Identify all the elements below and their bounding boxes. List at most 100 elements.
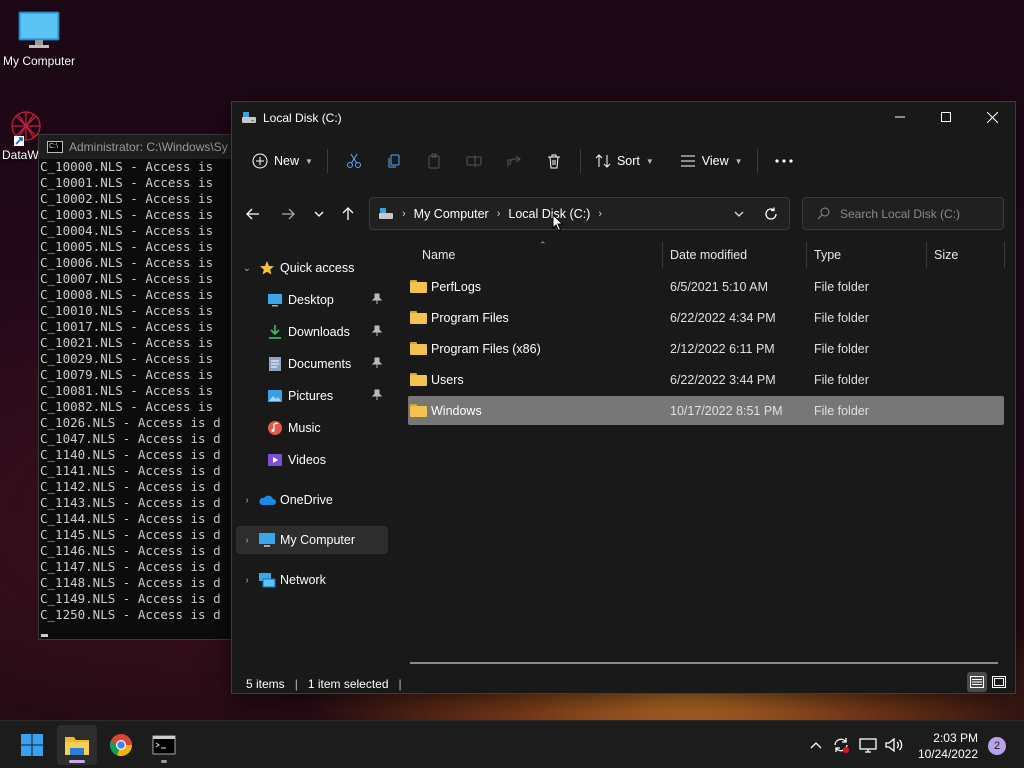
tray-sync-status[interactable] [830,721,852,768]
file-row[interactable]: Windows 10/17/2022 8:51 PM File folder [408,396,1004,425]
file-row[interactable]: PerfLogs 6/5/2021 5:10 AM File folder [408,272,1004,301]
rename-button[interactable] [454,145,494,177]
sync-alert-icon [834,738,849,753]
file-name: Program Files (x86) [431,341,541,356]
large-icons-view-button[interactable] [989,672,1009,692]
sort-button[interactable]: Sort ▼ [587,145,662,177]
notification-badge[interactable]: 2 [988,737,1006,755]
chevron-down-icon[interactable]: ⌄ [236,263,258,274]
cmd-line: C_1148.NLS - Access is d [40,575,221,590]
column-header-type[interactable]: Type [814,242,841,268]
nav-network[interactable]: › Network [236,566,388,594]
chevron-right-icon: › [496,207,501,220]
pin-icon[interactable] [371,389,383,404]
refresh-icon[interactable] [764,207,778,221]
arrow-left-icon [246,208,259,220]
toolbar-divider [579,149,581,173]
paste-button[interactable] [414,145,454,177]
share-button[interactable] [494,145,534,177]
column-divider[interactable] [926,242,927,268]
recent-locations-button[interactable] [304,194,334,234]
copy-button[interactable] [374,145,414,177]
cmd-line: C_10082.NLS - Access is [40,399,214,414]
more-icon [774,159,793,163]
back-button[interactable] [238,194,268,234]
network-status-icon [859,738,877,753]
search-box[interactable]: Search Local Disk (C:) [802,197,1004,230]
nav-item-pictures[interactable]: Pictures [236,382,388,410]
horizontal-scrollbar[interactable] [410,662,998,664]
column-header-name[interactable]: Name [422,242,455,268]
cmd-titlebar[interactable]: C:\ Administrator: C:\Windows\Sy [39,135,237,159]
address-dropdown-icon[interactable] [734,211,744,217]
sort-indicator-icon: ⌃ [539,240,547,250]
file-row[interactable]: Program Files 6/22/2022 4:34 PM File folde… [408,303,1004,332]
see-more-button[interactable] [764,145,804,177]
file-date: 10/17/2022 8:51 PM [670,403,783,418]
share-icon [507,155,521,167]
chevron-right-icon[interactable]: › [236,495,258,506]
details-view-button[interactable] [967,672,987,692]
up-button[interactable] [333,194,363,234]
file-date: 6/22/2022 3:44 PM [670,372,776,387]
cmd-line: C_10001.NLS - Access is [40,175,214,190]
new-button[interactable]: New ▼ [244,145,321,177]
delete-button[interactable] [534,145,574,177]
chevron-right-icon[interactable]: › [236,575,258,586]
terminal-icon [152,735,176,755]
nav-item-downloads[interactable]: Downloads [236,318,388,346]
nav-onedrive[interactable]: › OneDrive [236,486,388,514]
chrome-icon [109,734,133,757]
address-bar[interactable]: › My Computer › Local Disk (C:) › [369,197,790,230]
start-button[interactable] [12,725,52,765]
explorer-titlebar[interactable]: Local Disk (C:) [232,102,1015,134]
nav-quick-access[interactable]: ⌄ Quick access [236,254,388,282]
cmd-icon: C:\ [47,141,63,153]
arrow-up-icon [342,207,354,220]
active-indicator [69,760,85,763]
close-button[interactable] [969,102,1015,132]
taskbar-chrome[interactable] [101,725,141,765]
nav-item-videos[interactable]: Videos [236,446,388,474]
cmd-line: C_10000.NLS - Access is [40,159,214,174]
pin-icon[interactable] [371,325,383,340]
pin-icon[interactable] [371,357,383,372]
file-row[interactable]: Users 6/22/2022 3:44 PM File folder [408,365,1004,394]
chevron-down-icon: ▼ [734,156,743,166]
breadcrumb-my-computer[interactable]: My Computer [414,207,489,221]
cut-button[interactable] [334,145,374,177]
column-divider[interactable] [1004,242,1005,268]
show-hidden-icons-button[interactable] [806,721,826,768]
chevron-right-icon[interactable]: › [236,535,258,546]
arrow-right-icon [282,208,295,220]
breadcrumb-local-disk[interactable]: Local Disk (C:) [508,207,590,221]
nav-item-documents[interactable]: Documents [236,350,388,378]
tray-volume[interactable] [882,721,906,768]
minimize-button[interactable] [877,102,923,132]
paste-icon [428,153,440,169]
taskbar-command-prompt[interactable] [144,725,184,765]
column-header-date[interactable]: Date modified [670,242,747,268]
tray-network[interactable] [856,721,880,768]
column-label: Type [814,248,842,262]
column-divider[interactable] [806,242,807,268]
file-name: Program Files [431,310,509,325]
desktop-icon-my-computer[interactable]: My Computer [2,10,76,68]
chevron-right-icon: › [598,207,603,220]
nav-item-music[interactable]: Music [236,414,388,442]
taskbar-clock[interactable]: 2:03 PM 10/24/2022 [918,730,978,762]
taskbar-file-explorer[interactable] [57,725,97,765]
view-button[interactable]: View ▼ [672,145,751,177]
column-divider[interactable] [662,242,663,268]
nav-label: OneDrive [280,493,333,507]
forward-button[interactable] [273,194,303,234]
pin-icon[interactable] [371,293,383,308]
nav-my-computer[interactable]: › My Computer [236,526,388,554]
column-header-size[interactable]: Size [934,242,958,268]
file-row[interactable]: Program Files (x86) 2/12/2022 6:11 PM File… [408,334,1004,363]
file-explorer-window[interactable]: Local Disk (C:) New ▼ Sort ▼ View ▼ › My… [231,101,1016,694]
cmd-output: C_10000.NLS - Access is C_10001.NLS - Acc… [39,159,237,623]
command-prompt-window[interactable]: C:\ Administrator: C:\Windows\Sy C_10000… [38,134,238,640]
nav-item-desktop[interactable]: Desktop [236,286,388,314]
maximize-button[interactable] [923,102,969,132]
